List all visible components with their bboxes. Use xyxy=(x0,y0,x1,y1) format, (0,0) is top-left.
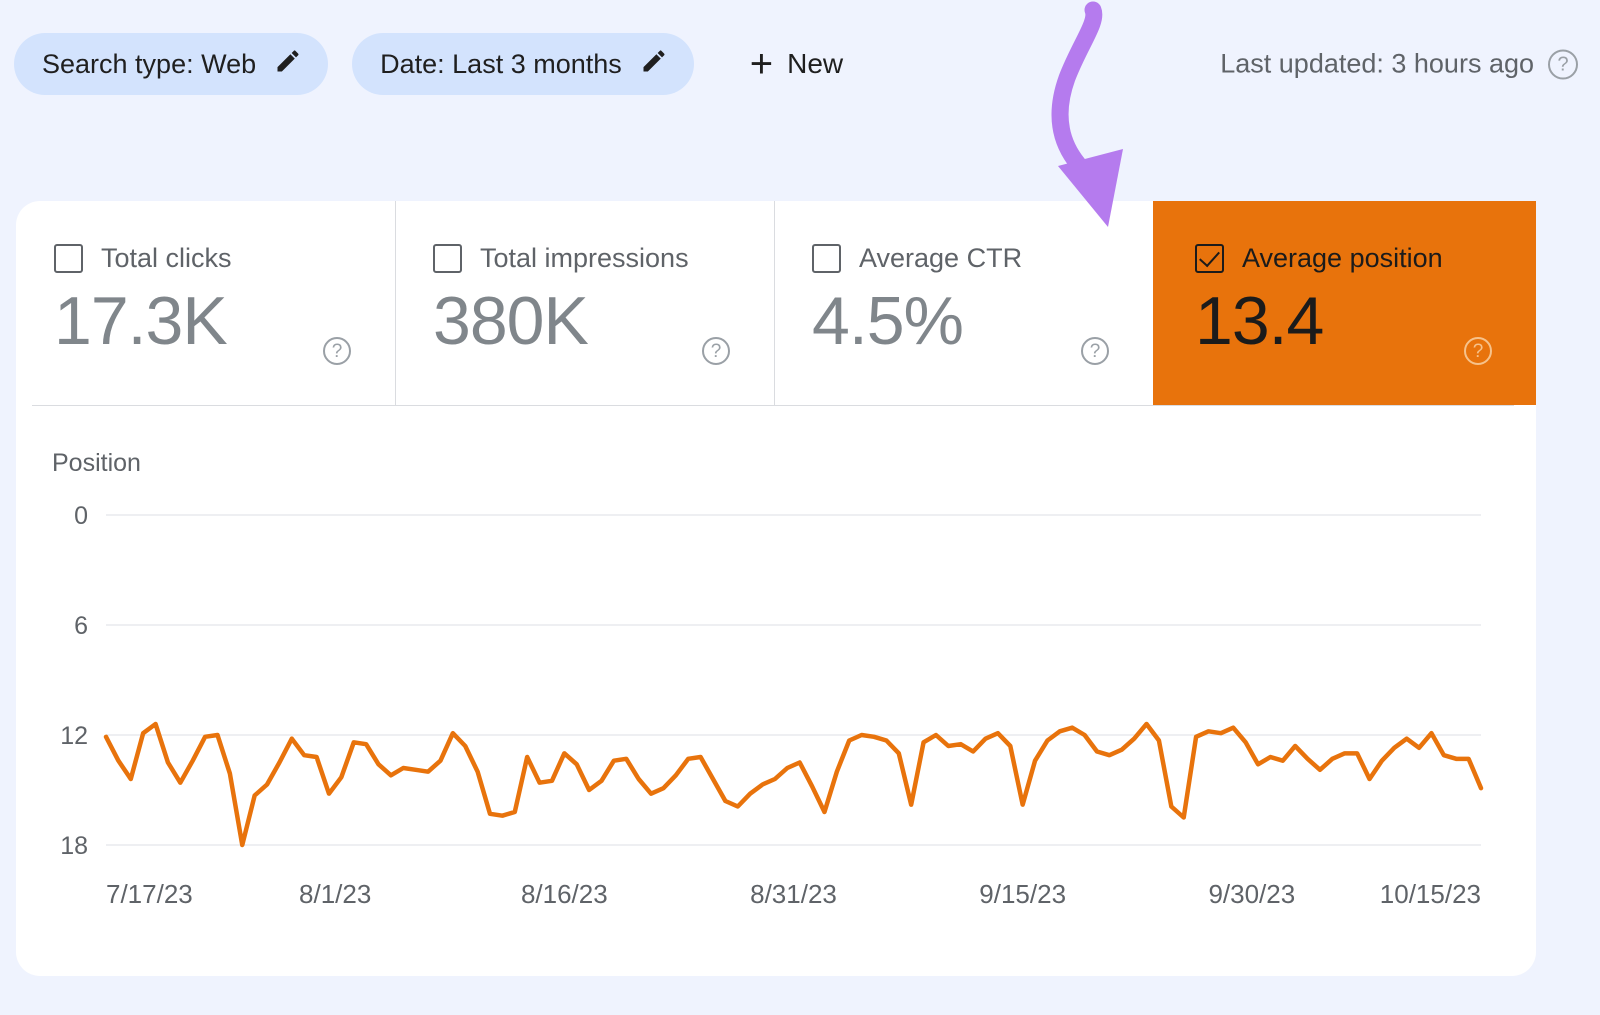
metric-tile-total-impressions[interactable]: Total impressions 380K ? xyxy=(395,201,774,405)
help-icon[interactable]: ? xyxy=(323,337,351,365)
new-filter-label: New xyxy=(787,48,843,80)
metric-header: Average position xyxy=(1195,243,1536,274)
performance-chart: Position 0612187/17/238/1/238/16/238/31/… xyxy=(16,405,1536,975)
metric-label: Total clicks xyxy=(101,243,232,274)
filter-toolbar: Search type: Web Date: Last 3 months + N… xyxy=(0,0,1600,128)
svg-text:10/15/23: 10/15/23 xyxy=(1380,879,1481,909)
svg-text:7/17/23: 7/17/23 xyxy=(106,879,193,909)
svg-text:12: 12 xyxy=(60,722,88,750)
metric-checkbox-average-ctr[interactable] xyxy=(812,244,841,273)
help-icon[interactable]: ? xyxy=(1464,337,1492,365)
metric-header: Total clicks xyxy=(54,243,395,274)
metric-header: Average CTR xyxy=(812,243,1153,274)
metric-label: Total impressions xyxy=(480,243,689,274)
svg-text:9/15/23: 9/15/23 xyxy=(979,879,1066,909)
metric-tile-total-clicks[interactable]: Total clicks 17.3K ? xyxy=(16,201,395,405)
date-filter-label: Date: Last 3 months xyxy=(380,49,622,80)
svg-text:9/30/23: 9/30/23 xyxy=(1208,879,1295,909)
help-icon[interactable]: ? xyxy=(1081,337,1109,365)
metric-label: Average position xyxy=(1242,243,1443,274)
chart-canvas: 0 6 12 18 7/17/23 8/1/23 8/16/23 8/31/23 9/15/23… xyxy=(16,405,1536,975)
new-filter-button[interactable]: + New xyxy=(732,36,861,92)
help-icon[interactable]: ? xyxy=(702,337,730,365)
metric-tile-average-ctr[interactable]: Average CTR 4.5% ? xyxy=(774,201,1153,405)
svg-text:8/31/23: 8/31/23 xyxy=(750,879,837,909)
svg-text:0: 0 xyxy=(74,502,88,530)
metric-checkbox-total-clicks[interactable] xyxy=(54,244,83,273)
metric-checkbox-total-impressions[interactable] xyxy=(433,244,462,273)
edit-pencil-icon[interactable] xyxy=(274,47,302,82)
metric-checkbox-average-position[interactable] xyxy=(1195,244,1224,273)
metric-label: Average CTR xyxy=(859,243,1022,274)
svg-text:8/16/23: 8/16/23 xyxy=(521,879,608,909)
svg-text:8/1/23: 8/1/23 xyxy=(299,879,371,909)
search-type-filter-label: Search type: Web xyxy=(42,49,256,80)
last-updated-status: Last updated: 3 hours ago ? xyxy=(1220,49,1578,80)
svg-text:6: 6 xyxy=(74,612,88,640)
metric-tile-average-position[interactable]: Average position 13.4 ? xyxy=(1153,201,1536,405)
date-filter-chip[interactable]: Date: Last 3 months xyxy=(352,33,694,95)
screen-root: Search type: Web Date: Last 3 months + N… xyxy=(0,0,1600,1015)
performance-card: Total clicks 17.3K ? Total impressions 3… xyxy=(16,201,1536,976)
metric-header: Total impressions xyxy=(433,243,774,274)
last-updated-label: Last updated: 3 hours ago xyxy=(1220,49,1534,80)
svg-text:18: 18 xyxy=(60,832,88,860)
help-icon[interactable]: ? xyxy=(1548,49,1578,79)
metric-summary-strip: Total clicks 17.3K ? Total impressions 3… xyxy=(16,201,1536,405)
plus-icon: + xyxy=(750,44,773,84)
search-type-filter-chip[interactable]: Search type: Web xyxy=(14,33,328,95)
edit-pencil-icon[interactable] xyxy=(640,47,668,82)
